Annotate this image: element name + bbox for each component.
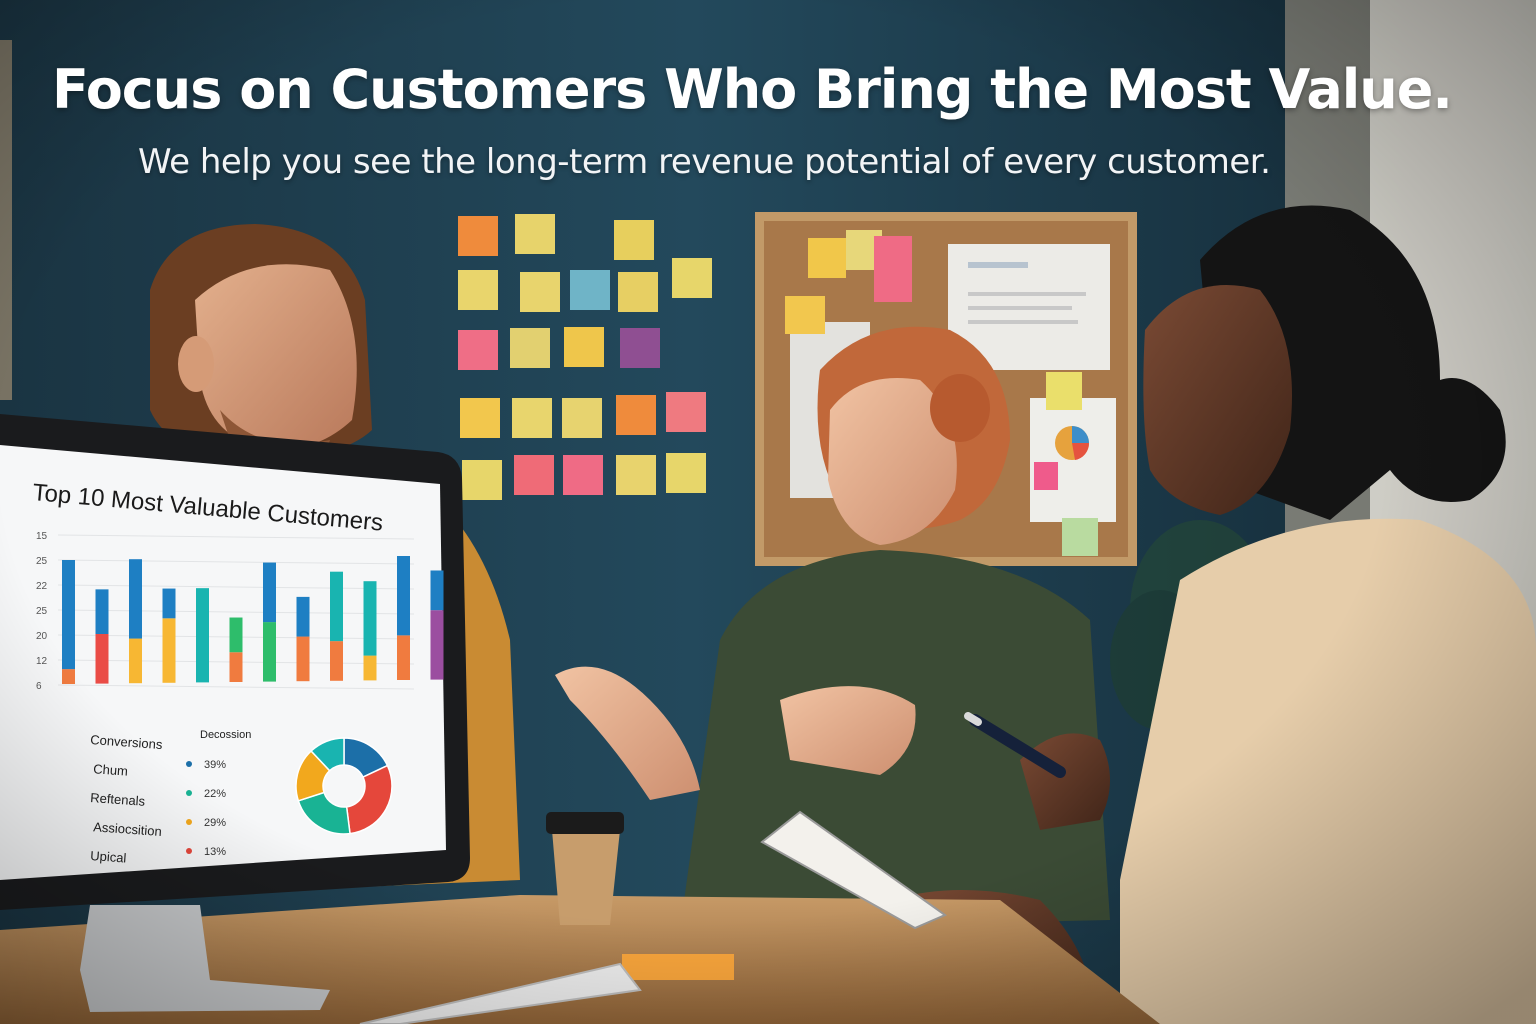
subheadline: We help you see the long-term revenue po… (138, 142, 1271, 182)
headline: Focus on Customers Who Bring the Most Va… (52, 58, 1453, 121)
office-meeting-scene: Top 10 Most Valuable Customers1525222520… (0, 0, 1536, 1024)
